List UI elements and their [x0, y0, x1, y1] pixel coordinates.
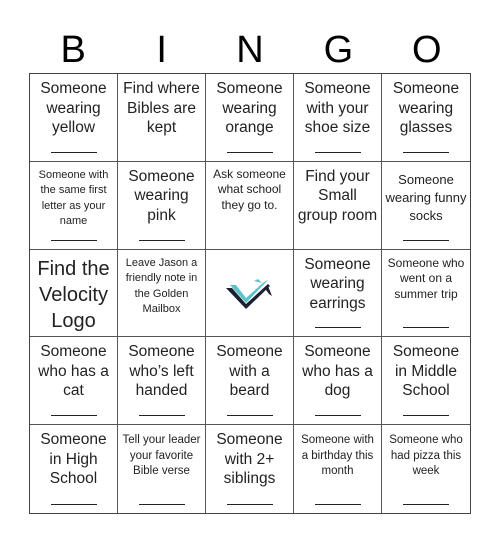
cell-text: Someone wearing yellow [40, 80, 107, 136]
bingo-header: B I N G O [29, 28, 471, 72]
signature-line [50, 151, 97, 153]
signature-line [138, 415, 185, 417]
cell-text: Leave Jason a friendly note in the Golde… [125, 256, 198, 316]
signature-line [50, 415, 97, 417]
bingo-cell[interactable]: Someone with 2+ siblings [206, 425, 294, 513]
bingo-cell[interactable]: Someone who went on a summer trip [382, 250, 470, 338]
signature-line [403, 239, 449, 241]
cell-text: Tell your leader your favorite Bible ver… [122, 434, 201, 478]
signature-line [50, 504, 97, 505]
bingo-cell[interactable]: Someone with your shoe size [294, 74, 382, 162]
signature-line [314, 504, 361, 505]
cell-text: Someone who’s left handed [128, 343, 195, 400]
signature-line [226, 504, 273, 505]
cell-text: Someone with your shoe size [304, 80, 371, 136]
cell-text: Someone wearing orange [216, 80, 283, 136]
cell-text: Someone who went on a summer trip [387, 255, 465, 301]
cell-text: Ask someone what school they go to. [213, 166, 286, 212]
signature-line [138, 239, 185, 241]
signature-line [403, 415, 449, 417]
cell-text: Someone wearing pink [128, 167, 195, 224]
header-letter-o: O [412, 29, 442, 71]
bingo-cell[interactable]: Leave Jason a friendly note in the Golde… [118, 249, 206, 338]
signature-line [50, 239, 97, 241]
bingo-cell[interactable]: Someone wearing funny socks [382, 162, 470, 250]
signature-line [314, 327, 361, 329]
bingo-cell[interactable]: Tell your leader your favorite Bible ver… [118, 425, 206, 513]
free-space[interactable] [206, 249, 294, 338]
bingo-cell[interactable]: Find your Small group room [294, 161, 382, 250]
bingo-cell[interactable]: Someone wearing earrings [294, 249, 382, 338]
signature-line [226, 151, 273, 153]
header-letter-n: N [236, 29, 264, 71]
cell-text: Find the Velocity Logo [37, 257, 110, 332]
bingo-cell[interactable]: Someone with a beard [206, 337, 294, 426]
bingo-cell[interactable]: Someone wearing orange [206, 74, 294, 162]
bingo-cell[interactable]: Someone who has a dog [294, 337, 382, 426]
bingo-cell[interactable]: Someone who’s left handed [118, 337, 206, 426]
bingo-cell[interactable]: Someone with the same first letter as yo… [30, 161, 118, 250]
signature-line [403, 504, 449, 505]
cell-text: Someone who has a dog [302, 343, 373, 400]
cell-text: Someone with the same first letter as yo… [38, 168, 109, 228]
bingo-cell[interactable]: Someone wearing pink [118, 161, 206, 250]
cell-text: Someone in Middle School [392, 343, 460, 400]
cell-text: Find your Small group room [297, 167, 378, 224]
header-letter-i: I [156, 29, 167, 71]
cell-text: Someone wearing earrings [304, 255, 371, 312]
signature-line [226, 415, 273, 417]
cell-text: Someone in High School [40, 431, 107, 488]
cell-text: Someone who had pizza this week [389, 434, 463, 478]
cell-text: Someone with a beard [216, 343, 283, 400]
bingo-cell[interactable]: Find the Velocity Logo [30, 249, 118, 338]
cell-text: Someone wearing funny socks [385, 171, 467, 223]
cell-text: Find where Bibles are kept [123, 80, 200, 136]
bingo-cell[interactable]: Someone wearing yellow [30, 74, 118, 162]
bingo-cell[interactable]: Someone in Middle School [382, 337, 470, 426]
signature-line [314, 151, 361, 153]
bingo-cell[interactable]: Someone who had pizza this week [382, 425, 470, 513]
signature-line [403, 151, 449, 153]
cell-text: Someone wearing glasses [392, 80, 460, 136]
bingo-cell[interactable]: Ask someone what school they go to. [206, 161, 294, 250]
signature-line [138, 504, 185, 505]
bingo-cell[interactable]: Find where Bibles are kept [118, 74, 206, 162]
bingo-cell[interactable]: Someone who has a cat [30, 337, 118, 426]
signature-line [314, 415, 361, 417]
bingo-grid: Someone wearing yellow Find where Bibles… [29, 73, 471, 514]
bingo-cell[interactable]: Someone in High School [30, 425, 118, 513]
bingo-cell[interactable]: Someone wearing glasses [382, 74, 470, 162]
header-letter-b: B [60, 29, 86, 71]
signature-line [403, 327, 449, 329]
cell-text: Someone who has a cat [38, 343, 109, 400]
bingo-cell[interactable]: Someone with a birthday this month [294, 425, 382, 513]
velocity-logo-icon [225, 278, 272, 309]
header-letter-g: G [323, 29, 354, 71]
cell-text: Someone with 2+ siblings [216, 431, 283, 488]
cell-text: Someone with a birthday this month [301, 434, 374, 478]
